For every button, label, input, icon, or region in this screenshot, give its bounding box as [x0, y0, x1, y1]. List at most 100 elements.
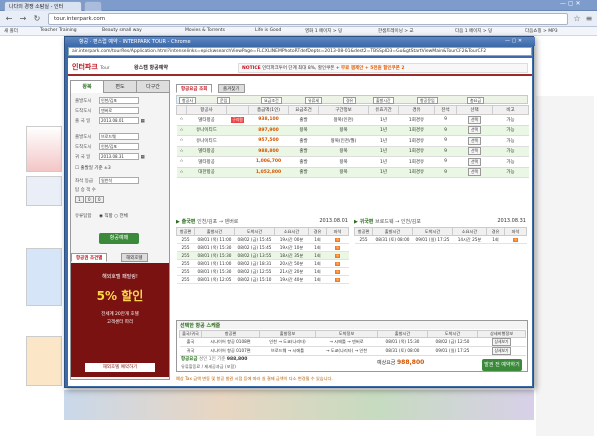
flight-row[interactable]: 255 08/01 (목) 11:00 08/02 (금) 18:31 20시간 50… — [176, 259, 349, 268]
detail-button[interactable]: 상세보기 — [491, 347, 512, 355]
favorite-star-icon[interactable]: ☆ — [179, 128, 183, 133]
back-icon[interactable]: ← — [3, 13, 15, 25]
filter-airline[interactable]: 항공사 — [179, 97, 197, 104]
flight-row[interactable]: 255 08/31 (토) 08:00 09/01 (일) 17:25 14시간 25… — [354, 235, 527, 244]
address-bar[interactable]: tour.interpark.com — [48, 13, 568, 25]
reload-icon[interactable]: ↻ — [31, 13, 43, 25]
outbound-date[interactable]: 2013.08.01 — [319, 218, 348, 224]
bookmark-item[interactable]: 새 폴더 — [4, 28, 18, 34]
fare-row[interactable]: ☆ 델타항공 1,006,700 출발 왕복 1년 1회경유 9 선택 가능 — [176, 156, 529, 168]
fare-note: 가능 — [506, 170, 515, 176]
inbound-panel: ▶ 귀국편 브로드웨 → 인천/김포 2013.08.31 항공편 출발시간 도… — [354, 218, 527, 244]
adults-field[interactable]: 1 — [75, 196, 84, 203]
notice-text[interactable]: 인터파크투어 단계 최대 8%, 할인쿠폰 + — [262, 66, 339, 71]
return-date-field[interactable]: 2013.08.31 — [99, 153, 139, 160]
bookmark-item[interactable]: 한샘트레이닝 > 교 — [378, 28, 414, 34]
forward-icon[interactable]: → — [17, 13, 29, 25]
airline-name: 유나이티드 — [196, 128, 217, 134]
fare-row[interactable]: ☆ 델타항공 구리원 938,100 출발 왕복(인천) 1년 1회경유 9 선택 가능 — [176, 114, 529, 126]
favorite-star-icon[interactable]: ☆ — [179, 170, 183, 175]
calendar-icon[interactable]: ▦ — [140, 119, 144, 124]
radio-icon[interactable]: ○ — [114, 214, 118, 219]
search-button[interactable]: 항공예매 — [99, 233, 139, 244]
menu-icon[interactable]: ≡ — [583, 13, 595, 25]
calendar-icon[interactable]: ▦ — [140, 155, 144, 160]
window-controls[interactable]: — ▢ ✕ — [560, 0, 581, 7]
bookmark-item[interactable]: Life is Good — [255, 28, 281, 33]
col-header: 좌석 — [326, 227, 349, 236]
col-header[interactable]: 총금액(1인) — [248, 105, 289, 115]
tab-roundtrip[interactable]: 왕복 — [71, 81, 104, 93]
choose-button[interactable]: 선택 — [468, 115, 481, 124]
seat-select[interactable]: 일반석 — [99, 177, 139, 184]
arrival-city2-field[interactable]: 인천/김포 — [99, 143, 139, 150]
inbound-date[interactable]: 2013.08.31 — [497, 218, 526, 224]
bookmark-item[interactable]: Movies & Torrents — [185, 28, 225, 33]
arrival-city-field[interactable]: 덴버로 — [99, 107, 139, 114]
book-button[interactable]: 발권 전 예약하기 — [482, 359, 522, 371]
tab-favorites[interactable]: 즐겨찾기 — [218, 84, 245, 93]
choose-button[interactable]: 선택 — [468, 147, 481, 156]
side-banner[interactable] — [26, 126, 62, 172]
choose-button[interactable]: 선택 — [468, 157, 481, 166]
departure-city2-field[interactable]: 브로드웨 — [99, 133, 139, 140]
tab-flight-conditions[interactable]: 항공권 조건별 — [71, 253, 108, 262]
notice-promo[interactable]: 무료 잼제안 + 5천원 할인쿠폰 2 — [341, 66, 404, 71]
departure-city-field[interactable]: 인천/김포 — [99, 97, 139, 104]
tab-multicity[interactable]: 다구간 — [137, 81, 169, 93]
tab-fare-search[interactable]: 항공요금 조회 — [176, 84, 213, 93]
fare-row[interactable]: ☆ 델타항공 988,800 출발 왕복 1년 1회경유 9 선택 가능 — [176, 146, 529, 157]
bookmark-item[interactable]: 다음쇼핑 > MP3 — [525, 28, 558, 34]
tab-overseas-hotel[interactable]: 해외호텔 — [121, 253, 148, 262]
choose-button[interactable]: 선택 — [468, 136, 481, 145]
choose-button[interactable]: 선택 — [468, 168, 481, 177]
bottom-banners[interactable] — [64, 390, 534, 420]
departure-time: 08/31 (토) 08:00 — [375, 236, 410, 242]
browser-tab-1[interactable]: 나다의 경쟁 소탐실 - 인터 — [4, 1, 82, 11]
filter-total[interactable]: 총요금 — [467, 97, 485, 104]
detail-button[interactable]: 상세보기 — [491, 338, 512, 346]
favorite-star-icon[interactable]: ☆ — [179, 159, 183, 164]
fare-row[interactable]: ☆ 유나이티드 897,900 왕복 왕복 1년 1회경유 9 선택 가능 — [176, 125, 529, 136]
choose-button[interactable]: 선택 — [468, 126, 481, 135]
new-tab-button[interactable] — [84, 1, 102, 11]
promo-more-button[interactable]: 해외호텔 예약하기 — [85, 363, 155, 372]
flight-row[interactable]: 255 08/01 (목) 15:30 08/02 (금) 13:55 18시간 35… — [176, 251, 349, 260]
popup-window-controls[interactable]: — ▢ ✕ — [505, 38, 522, 44]
favorite-star-icon[interactable]: ☆ — [179, 138, 183, 143]
passenger-counts: 1 0 0 — [75, 196, 104, 204]
favorite-star-icon[interactable]: ☆ — [179, 117, 183, 122]
col-header[interactable]: 항공사 — [186, 105, 227, 115]
filter-fare-type[interactable]: 항공운임 — [417, 97, 438, 104]
facebook-banner[interactable] — [26, 248, 62, 306]
tab-oneway[interactable]: 편도 — [104, 81, 137, 93]
side-banner[interactable] — [26, 336, 62, 386]
filter-fuel[interactable]: 유류세 — [305, 97, 323, 104]
filter-conditions[interactable]: 요금조건 — [261, 97, 282, 104]
fare-row[interactable]: ☆ 대한항공 1,052,800 출발 왕복 1년 1회경유 9 선택 가능 — [176, 167, 529, 178]
flight-row[interactable]: 255 08/01 (목) 11:00 08/02 (금) 15:45 19시간 00… — [176, 235, 349, 244]
bookmark-item[interactable]: 영화 1 페이지 > 덩 — [305, 28, 342, 34]
fare-row[interactable]: ☆ 유나이티드 957,500 출발 왕복(인천/월) 1년 1회경유 9 선택 가능 — [176, 135, 529, 147]
flight-row[interactable]: 255 08/01 (목) 15:30 08/02 (금) 15:45 19시간 10… — [176, 243, 349, 252]
checkbox-icon[interactable]: ☐ — [75, 166, 79, 171]
side-banner[interactable] — [26, 176, 62, 206]
filter-departure-time[interactable]: 출발시간 — [373, 97, 394, 104]
favorite-star-icon[interactable]: ☆ — [179, 149, 183, 154]
radio-icon[interactable]: ◉ — [99, 214, 103, 219]
arrival-time: 09/01 (일) 17:25 — [435, 348, 470, 353]
fare-condition: 출발 — [299, 159, 308, 165]
depart-date-field[interactable]: 2013.08.01 — [99, 117, 139, 124]
bookmark-item[interactable]: Beauty small way — [102, 28, 142, 33]
flight-row[interactable]: 255 08/01 (목) 15:30 08/02 (금) 12:55 21시간 20… — [176, 267, 349, 276]
hotel-promo-banner[interactable]: 해외호텔 패밀링! 5% 할인 전세계 20만개 호텔 고객센터 파리 해외호텔… — [71, 263, 169, 377]
children-field[interactable]: 0 — [84, 196, 94, 203]
bookmark-item[interactable]: Teacher Training — [40, 28, 77, 33]
filter-stopover[interactable]: 경유 — [343, 97, 357, 104]
bookmark-item[interactable]: 다음 1 페이지 > 덩 — [455, 28, 492, 34]
infants-field[interactable]: 0 — [94, 196, 104, 203]
star-icon[interactable]: ☆ — [571, 13, 583, 25]
interpark-logo[interactable]: 인터파크 Tour — [72, 62, 110, 72]
flight-row[interactable]: 255 08/01 (목) 12:05 08/02 (금) 15:10 19시간 40… — [176, 275, 349, 284]
filter-fare[interactable]: 운임 — [217, 97, 231, 104]
